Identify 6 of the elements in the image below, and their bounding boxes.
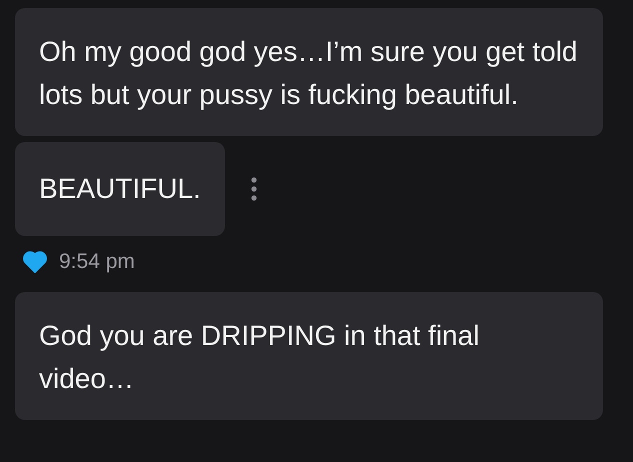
message-bubble: Oh my good god yes…I’m sure you get told lots but your pussy is fucking beautiful. <box>15 8 603 136</box>
more-options-icon[interactable] <box>250 177 257 201</box>
heart-icon[interactable] <box>23 251 47 273</box>
message-time: 9:54 pm <box>59 250 135 274</box>
message-bubble: God you are DRIPPING in that final video… <box>15 292 603 420</box>
message-bubble: BEAUTIFUL. <box>15 142 225 236</box>
